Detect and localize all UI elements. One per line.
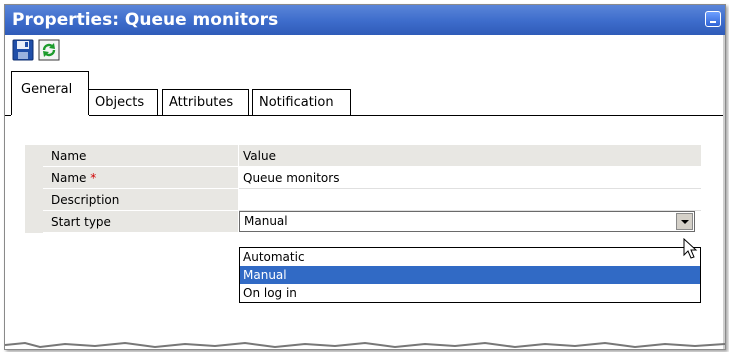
grid-row-description: Description — [25, 189, 701, 211]
row-gutter — [25, 211, 43, 233]
tab-baseline-right — [89, 115, 725, 116]
row-gutter — [25, 189, 43, 211]
floppy-disk-icon[interactable] — [12, 39, 34, 61]
row-gutter — [25, 145, 43, 167]
window-right-edge — [723, 35, 725, 349]
tab-notification[interactable]: Notification — [252, 89, 351, 115]
property-name-label: Name * — [43, 167, 238, 189]
start-type-select[interactable]: Manual — [239, 211, 695, 232]
tab-objects[interactable]: Objects — [88, 89, 158, 115]
tab-strip: General Objects Attributes Notification — [5, 71, 725, 117]
grid-header-row: Name Value — [25, 145, 701, 167]
description-value-field[interactable] — [239, 189, 701, 211]
grid-row-name: Name * Queue monitors — [25, 167, 701, 189]
window-title: Properties: Queue monitors — [12, 10, 279, 30]
properties-window: Properties: Queue monitors General Objec… — [4, 4, 726, 350]
tab-general[interactable]: General — [11, 71, 89, 115]
properties-grid: Name Value Name * Queue monitors Descrip… — [25, 145, 701, 233]
header-value: Value — [239, 145, 701, 167]
minimize-icon[interactable] — [705, 11, 721, 27]
row-gutter — [25, 167, 43, 189]
start-type-dropdown: Automatic Manual On log in — [239, 247, 701, 303]
tab-attributes[interactable]: Attributes — [162, 89, 249, 115]
header-name: Name — [43, 145, 238, 167]
option-manual[interactable]: Manual — [240, 266, 700, 284]
refresh-icon[interactable] — [38, 39, 60, 61]
general-panel: Name Value Name * Queue monitors Descrip… — [5, 117, 725, 349]
property-name-text: Name — [51, 171, 87, 185]
required-marker: * — [90, 171, 97, 185]
start-type-value: Manual — [244, 214, 288, 228]
chevron-down-icon[interactable] — [676, 213, 693, 230]
mouse-pointer-icon — [683, 238, 698, 259]
title-bar: Properties: Queue monitors — [5, 5, 725, 35]
property-description-label: Description — [43, 189, 238, 211]
torn-edge — [5, 341, 725, 349]
name-value-field[interactable]: Queue monitors — [239, 167, 701, 189]
tab-baseline-left — [5, 115, 11, 116]
property-start-type-label: Start type — [43, 211, 238, 233]
option-automatic[interactable]: Automatic — [240, 248, 700, 266]
option-on-log-in[interactable]: On log in — [240, 284, 700, 302]
